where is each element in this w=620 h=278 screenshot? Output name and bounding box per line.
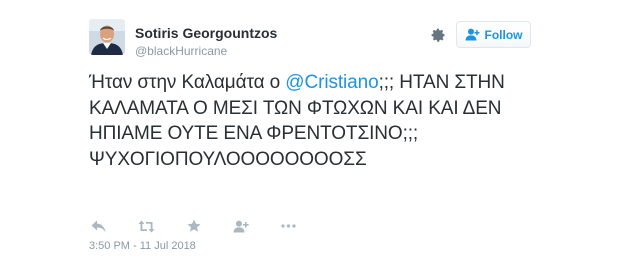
more-icon[interactable] xyxy=(279,217,297,235)
retweet-icon[interactable] xyxy=(137,217,155,235)
follow-label: Follow xyxy=(484,27,523,42)
tweet-timestamp[interactable]: 3:50 PM - 11 Jul 2018 xyxy=(89,240,196,252)
reply-icon[interactable] xyxy=(89,217,107,235)
like-icon[interactable] xyxy=(185,217,203,235)
tweet-text: Ήταν στην Καλαμάτα ο @Cristiano;;; ΗΤΑΝ … xyxy=(89,70,529,172)
gear-icon[interactable] xyxy=(430,27,446,43)
user-handle[interactable]: @blackHurricane xyxy=(135,44,227,58)
mention-link[interactable]: @Cristiano xyxy=(285,72,378,93)
follow-button[interactable]: Follow xyxy=(456,21,531,48)
user-name[interactable]: Sotiris Georgountzos xyxy=(135,25,277,41)
embedded-tweet: Sotiris Georgountzos @blackHurricane Fol… xyxy=(0,0,620,278)
avatar-image xyxy=(89,19,125,55)
add-user-icon xyxy=(465,28,479,41)
tweet-text-before: Ήταν στην Καλαμάτα ο xyxy=(89,72,286,93)
follow-icon[interactable] xyxy=(231,217,251,235)
avatar[interactable] xyxy=(89,19,125,55)
